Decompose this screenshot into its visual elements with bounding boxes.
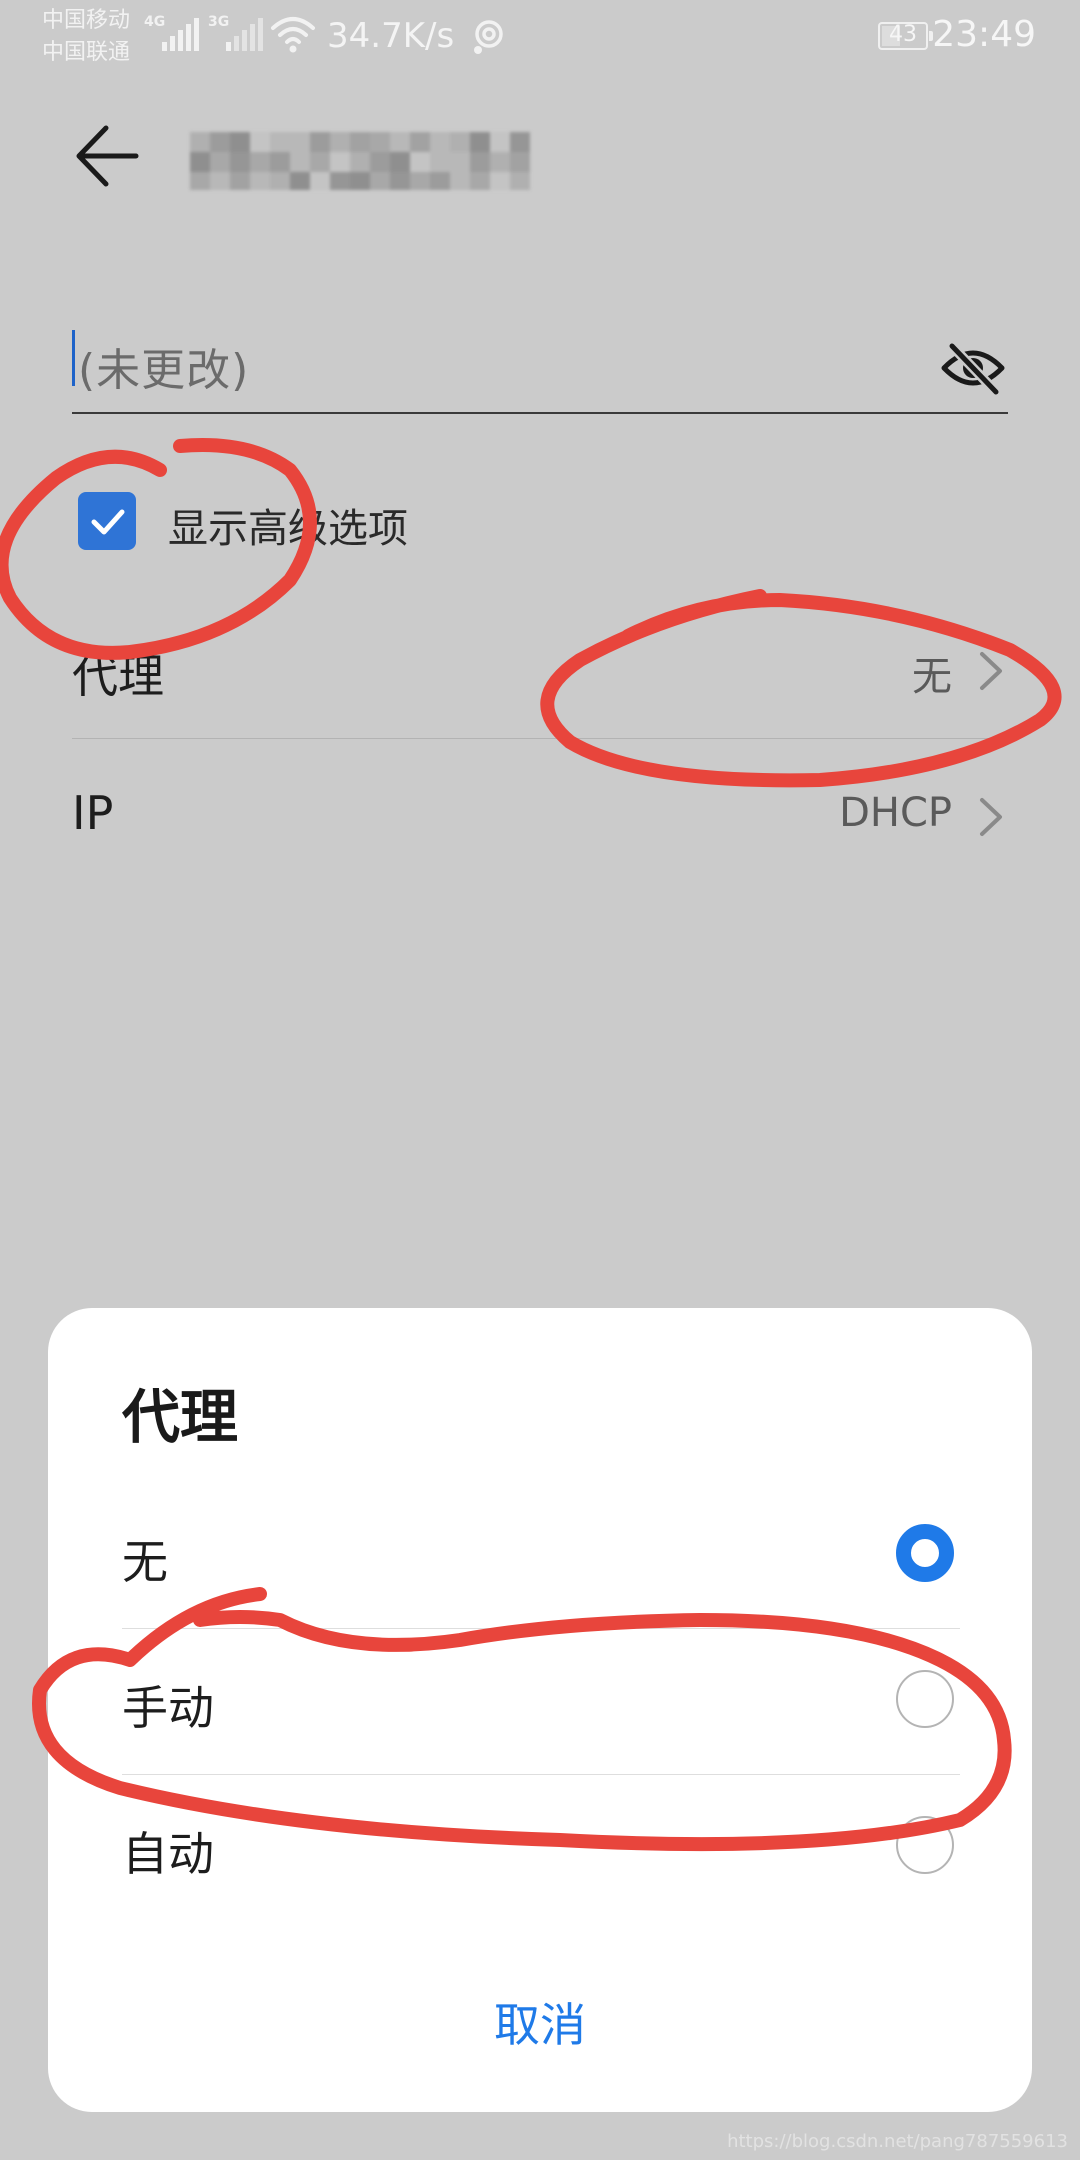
mosaic-tile (510, 132, 530, 152)
mosaic-tile (490, 152, 510, 172)
mosaic-tile (310, 172, 330, 190)
network-speed: 34.7K/s (327, 16, 455, 56)
radio-unselected[interactable] (896, 1670, 954, 1728)
cancel-button[interactable]: 取消 (48, 1980, 1032, 2070)
mosaic-tile (470, 132, 490, 152)
mosaic-tile (290, 172, 310, 190)
radio-selected[interactable] (896, 1524, 954, 1582)
mosaic-tile (310, 132, 330, 152)
mosaic-tile (490, 132, 510, 152)
dialog-title: 代理 (122, 1383, 239, 1451)
proxy-option-manual[interactable]: 手动 (122, 1628, 960, 1772)
mosaic-tile (370, 152, 390, 172)
wifi-icon (271, 17, 315, 53)
hide-password-eye-icon[interactable] (940, 340, 1006, 396)
mosaic-tile (290, 152, 310, 172)
mosaic-tile (410, 172, 430, 190)
carrier-1: 中国移动 (42, 8, 131, 33)
signal-strength-1-icon (162, 18, 199, 51)
proxy-option-auto[interactable]: 自动 (122, 1774, 960, 1918)
mosaic-tile (250, 152, 270, 172)
mosaic-tile (450, 132, 470, 152)
mosaic-tile (510, 172, 530, 190)
mosaic-tile (490, 172, 510, 190)
option-label: 自动 (122, 1827, 214, 1881)
mosaic-tile (510, 152, 530, 172)
mosaic-tile (430, 172, 450, 190)
mosaic-tile (330, 172, 350, 190)
proxy-setting-row[interactable]: 代理 无 (72, 620, 1008, 739)
mosaic-tile (430, 132, 450, 152)
status-clock: 23:49 (932, 14, 1036, 55)
mosaic-tile (470, 152, 490, 172)
option-label: 无 (122, 1535, 168, 1589)
ip-setting-row[interactable]: IP DHCP (72, 766, 1008, 862)
mosaic-tile (450, 152, 470, 172)
proxy-option-none[interactable]: 无 (122, 1482, 960, 1626)
mosaic-tile (190, 152, 210, 172)
watermark: https://blog.csdn.net/pang787559613 (727, 2131, 1068, 2152)
mosaic-tile (250, 172, 270, 190)
mosaic-tile (390, 172, 410, 190)
mosaic-tile (190, 132, 210, 152)
advanced-options-checkbox[interactable] (78, 492, 136, 550)
password-field[interactable]: (未更改) (72, 318, 1008, 414)
back-arrow-icon[interactable] (70, 118, 146, 194)
mosaic-tile (210, 152, 230, 172)
mosaic-tile (430, 152, 450, 172)
mosaic-tile (230, 172, 250, 190)
radio-unselected[interactable] (896, 1816, 954, 1874)
mosaic-tile (410, 152, 430, 172)
mosaic-tile (210, 132, 230, 152)
mosaic-tile (270, 152, 290, 172)
chevron-right-icon (980, 798, 1002, 836)
mosaic-tile (410, 132, 430, 152)
battery-indicator: 43 (878, 22, 933, 50)
mosaic-tile (230, 152, 250, 172)
carrier-2: 中国联通 (42, 40, 131, 65)
mosaic-tile (250, 132, 270, 152)
mosaic-tile (270, 132, 290, 152)
proxy-value: 无 (912, 654, 952, 700)
battery-percent: 43 (889, 22, 917, 47)
ip-value: DHCP (839, 790, 952, 836)
hotspot-icon (474, 20, 503, 54)
mosaic-tile (470, 172, 490, 190)
proxy-label: 代理 (72, 649, 164, 703)
mosaic-tile (190, 172, 210, 190)
show-advanced-options[interactable]: 显示高级选项 (78, 492, 678, 552)
mosaic-tile (330, 132, 350, 152)
mosaic-tile (350, 172, 370, 190)
mosaic-tile (390, 132, 410, 152)
mosaic-tile (370, 132, 390, 152)
mosaic-tile (310, 152, 330, 172)
mosaic-tile (270, 172, 290, 190)
mosaic-tile (210, 172, 230, 190)
chevron-right-icon (980, 652, 1002, 690)
network-name-pixelated (190, 132, 530, 190)
proxy-dialog: 代理 无 手动 自动 取消 (48, 1308, 1032, 2112)
signal-strength-2-icon (226, 18, 263, 51)
mosaic-tile (370, 172, 390, 190)
mosaic-tile (350, 132, 370, 152)
checkmark-icon (91, 509, 125, 535)
password-placeholder: (未更改) (78, 345, 250, 396)
mosaic-tile (290, 132, 310, 152)
mosaic-tile (350, 152, 370, 172)
mosaic-tile (230, 132, 250, 152)
mosaic-tile (450, 172, 470, 190)
option-label: 手动 (122, 1681, 214, 1735)
mosaic-tile (390, 152, 410, 172)
status-bar: 中国移动 中国联通 4G 3G 34.7K/s 43 23:49 (0, 0, 1080, 80)
ip-label: IP (72, 786, 114, 840)
mosaic-tile (330, 152, 350, 172)
text-caret (72, 330, 75, 386)
advanced-options-label: 显示高级选项 (168, 506, 408, 552)
